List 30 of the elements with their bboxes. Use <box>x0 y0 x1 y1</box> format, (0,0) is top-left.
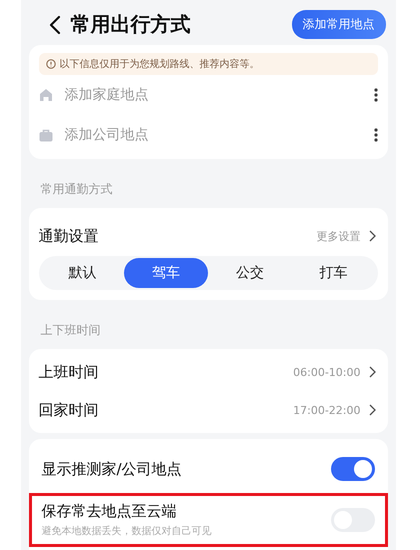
place-label[interactable]: 添加家庭地点 <box>64 86 362 104</box>
page-title: 常用出行方式 <box>70 11 192 38</box>
mode-tab[interactable]: 驾车 <box>124 258 208 288</box>
mode-tab[interactable]: 公交 <box>208 258 292 288</box>
info-icon <box>46 59 56 69</box>
notice-text: 以下信息仅用于为您规划路线、推荐内容等。 <box>60 58 260 71</box>
time-range[interactable]: 06:00-10:00 <box>293 366 360 378</box>
time-range[interactable]: 17:00-22:00 <box>293 404 360 416</box>
mode-tab[interactable]: 默认 <box>40 258 124 288</box>
back-icon[interactable] <box>48 14 60 34</box>
more-icon[interactable] <box>374 88 378 102</box>
section-label: 上下班时间 <box>40 322 102 339</box>
setting-description: 避免本地数据丢失，数据仅对自己可见 <box>42 524 212 538</box>
chevron-icon[interactable] <box>368 404 376 416</box>
more-settings-link[interactable]: 更多设置 <box>316 228 360 244</box>
mode-tab[interactable]: 打车 <box>292 258 376 288</box>
house-icon <box>38 88 52 102</box>
place-label[interactable]: 添加公司地点 <box>64 126 362 144</box>
chevron-icon[interactable] <box>368 230 376 242</box>
setting-label: 保存常去地点至云端 <box>42 502 178 521</box>
setting-label: 显示推测家/公司地点 <box>42 460 183 478</box>
add-place-button[interactable]: 添加常用地点 <box>292 10 386 39</box>
section-label: 常用通勤方式 <box>40 181 114 198</box>
briefcase-icon <box>38 128 52 142</box>
row-label: 上班时间 <box>38 362 100 382</box>
row-label: 通勤设置 <box>38 226 100 246</box>
toggle-switch[interactable] <box>330 457 374 481</box>
chevron-icon[interactable] <box>368 366 376 378</box>
more-icon[interactable] <box>374 128 378 142</box>
row-label: 回家时间 <box>38 400 100 420</box>
